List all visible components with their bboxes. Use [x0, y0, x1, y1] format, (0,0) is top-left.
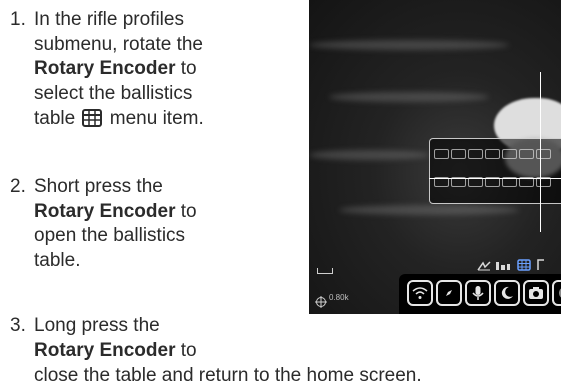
- reticle-vertical-line: [540, 72, 541, 232]
- ballistics-table-icon: [82, 108, 103, 135]
- ballistics-table: [429, 138, 561, 204]
- table-cell: [468, 149, 483, 159]
- step-line: to: [175, 200, 197, 222]
- step-1-text: In the rifle profiles submenu, rotate th…: [34, 8, 204, 134]
- rotary-encoder-label: Rotary Encoder: [34, 200, 176, 222]
- compass-icon[interactable]: [436, 280, 462, 306]
- step-line: Long press the: [34, 315, 160, 336]
- image-streak: [309, 150, 429, 160]
- camera-icon[interactable]: [523, 280, 549, 306]
- table-cell: [536, 149, 551, 159]
- step-number: 1.: [10, 9, 26, 30]
- image-streak: [329, 92, 489, 102]
- step-number: 3.: [10, 315, 26, 336]
- scale-indicator: [317, 268, 333, 274]
- step-line: table: [34, 107, 81, 129]
- table-cell: [434, 149, 449, 159]
- image-streak: [339, 205, 519, 215]
- device-menu-bar: [399, 274, 561, 314]
- wifi-icon[interactable]: [407, 280, 433, 306]
- step-line: to: [175, 339, 197, 361]
- night-mode-icon[interactable]: [494, 280, 520, 306]
- gallery-icon[interactable]: [552, 280, 561, 306]
- device-screen: 0.80k: [309, 0, 561, 314]
- table-cell: [519, 149, 534, 159]
- step-number: 2.: [10, 176, 26, 197]
- target-icon: [315, 291, 327, 314]
- step-line: open the ballistics: [34, 225, 186, 247]
- table-cell: [502, 149, 517, 159]
- image-streak: [309, 40, 509, 50]
- microphone-icon[interactable]: [465, 280, 491, 306]
- rotary-encoder-label: Rotary Encoder: [34, 339, 176, 361]
- rotary-encoder-label: Rotary Encoder: [34, 58, 176, 80]
- zoom-readout: 0.80k: [329, 293, 349, 302]
- step-line: close the table and return to the home s…: [34, 365, 422, 386]
- step-line: In the rifle profiles: [34, 9, 184, 30]
- step-3-text-a: Long press the Rotary Encoder to: [34, 314, 197, 363]
- step-line: menu item.: [104, 107, 204, 129]
- step-line: submenu, rotate the: [34, 33, 203, 55]
- step-3-text-b: close the table and return to the home s…: [34, 364, 422, 389]
- table-cell: [451, 149, 466, 159]
- step-line: to: [175, 58, 197, 80]
- step-line: select the ballistics: [34, 83, 193, 105]
- step-line: table.: [34, 250, 81, 272]
- step-line: Short press the: [34, 176, 163, 197]
- step-2-text: Short press the Rotary Encoder to open t…: [34, 175, 197, 274]
- table-cell: [485, 149, 500, 159]
- reticle-horizontal-line: [429, 178, 561, 179]
